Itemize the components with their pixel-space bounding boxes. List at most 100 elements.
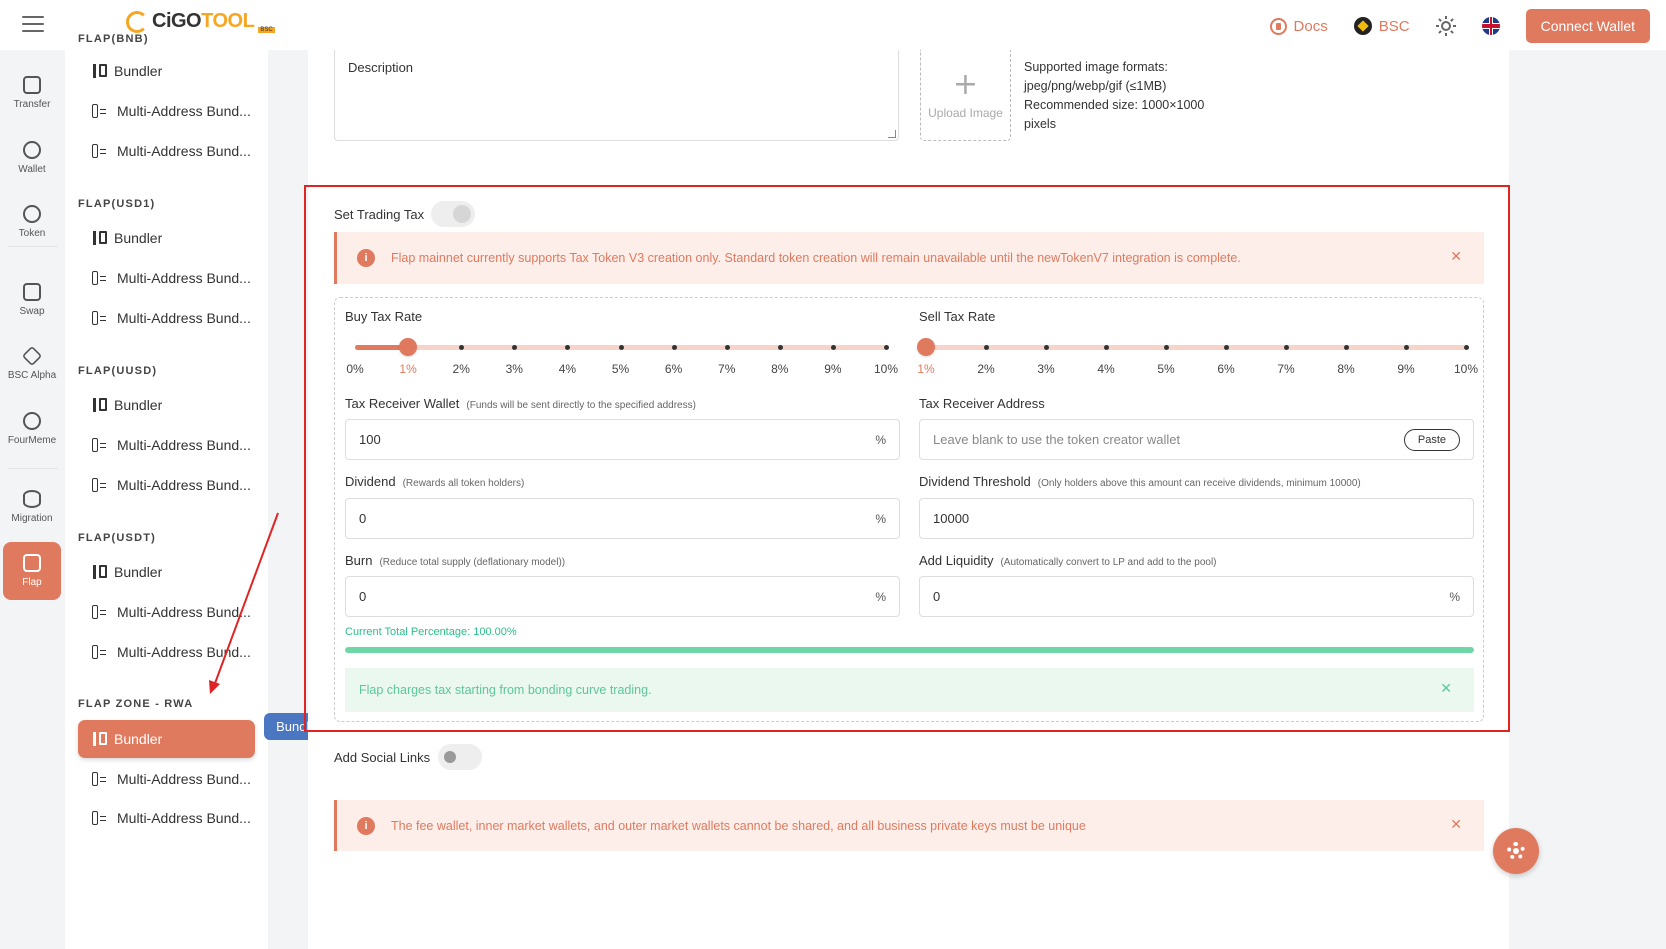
close-icon[interactable]: ✕: [1440, 681, 1452, 697]
transfer-icon: [23, 76, 41, 94]
wallet-icon: [23, 141, 41, 159]
sidebar-item-label: Multi-Address Bund...: [117, 604, 251, 620]
rail-item-label: Migration: [11, 513, 53, 524]
rail-item-transfer[interactable]: Transfer: [3, 64, 61, 122]
upload-info: Supported image formats: jpeg/png/webp/g…: [1024, 58, 1214, 134]
sidebar-item-label: Multi-Address Bund...: [117, 644, 251, 660]
bundler-icon: [92, 64, 107, 78]
paste-button[interactable]: Paste: [1403, 428, 1460, 451]
tax-receiver-address-input[interactable]: Leave blank to use the token creator wal…: [919, 419, 1474, 460]
description-placeholder: Description: [348, 60, 414, 75]
slider-tick: [1044, 345, 1049, 350]
upload-image-button[interactable]: + Upload Image: [920, 50, 1011, 141]
slider-mark-label: 7%: [718, 362, 736, 376]
fee-alert-text: The fee wallet, inner market wallets, an…: [391, 818, 1086, 833]
slider-mark-label: 9%: [824, 362, 842, 376]
rail-item-flap[interactable]: Flap: [3, 542, 61, 600]
close-icon[interactable]: ✕: [1450, 249, 1462, 265]
app-logo[interactable]: CiGOTOOL BSC: [126, 10, 275, 33]
description-textarea[interactable]: Description: [334, 50, 899, 141]
sidebar-item-label: Multi-Address Bund...: [117, 270, 251, 286]
slider-tick: [884, 345, 889, 350]
theme-toggle-sun-icon[interactable]: [1435, 16, 1456, 36]
rail-item-swap[interactable]: Swap: [3, 271, 61, 329]
hamburger-menu-icon[interactable]: [22, 16, 44, 32]
dividend-threshold-label: Dividend Threshold (Only holders above th…: [919, 474, 1361, 489]
sell-tax-slider[interactable]: 1% 2% 3% 4% 5% 6% 7% 8% 9% 10%: [917, 338, 1478, 376]
settings-fab-button[interactable]: [1493, 828, 1539, 874]
slider-mark-label: 9%: [1397, 362, 1415, 376]
burn-input[interactable]: 0%: [345, 576, 900, 617]
network-selector[interactable]: BSC: [1353, 17, 1410, 35]
bundler-icon: [92, 398, 107, 412]
sidebar-group-heading: FLAP(USDT): [78, 532, 156, 544]
set-trading-tax-label: Set Trading Tax: [334, 206, 425, 222]
add-social-links-toggle[interactable]: [438, 744, 483, 770]
slider-mark-label: 10%: [1453, 362, 1479, 376]
rail-item-token[interactable]: Token: [3, 193, 61, 251]
sidebar-item-label: Bundler: [114, 230, 163, 246]
top-header: CiGOTOOL BSC Docs BSC Connect Wallet: [0, 0, 1666, 50]
sidebar-item-multi-address-bundler[interactable]: Multi-Address Bund...: [78, 259, 255, 297]
set-trading-tax-toggle[interactable]: [431, 201, 476, 227]
rail-item-label: Flap: [22, 577, 42, 588]
sidebar-item-multi-address-bundler[interactable]: Multi-Address Bund...: [78, 799, 255, 837]
sidebar-item-label: Bundler: [114, 63, 163, 79]
upload-info-line: jpeg/png/webp/gif (≤1MB): [1024, 79, 1167, 93]
upload-image-label: Upload Image: [928, 106, 1003, 120]
connect-wallet-button[interactable]: Connect Wallet: [1525, 9, 1650, 43]
slider-tick: [1104, 345, 1109, 350]
rail-item-wallet[interactable]: Wallet: [3, 129, 61, 187]
gear-icon: [1507, 842, 1525, 860]
slider-tick: [1284, 345, 1289, 350]
dividend-input[interactable]: 0%: [345, 498, 900, 539]
slider-tick: [777, 345, 783, 350]
slider-handle[interactable]: [399, 338, 418, 356]
sidebar-item-bundler[interactable]: Bundler: [78, 553, 255, 591]
swap-icon: [23, 283, 41, 301]
docs-link[interactable]: Docs: [1269, 17, 1328, 35]
header-actions: Docs BSC Connect Wallet: [1269, 9, 1650, 43]
tax-receiver-wallet-input[interactable]: 100%: [345, 419, 900, 460]
multi-address-icon: [92, 144, 107, 158]
add-liquidity-label: Add Liquidity (Automatically convert to L…: [919, 553, 1217, 568]
bundler-icon: [92, 565, 107, 579]
total-percentage-bar: [345, 647, 1474, 653]
rail-divider: [8, 246, 58, 247]
resize-grip-icon[interactable]: [888, 130, 896, 138]
close-icon[interactable]: ✕: [1450, 817, 1462, 833]
sidebar-item-multi-address-bundler[interactable]: Multi-Address Bund...: [78, 633, 255, 671]
sidebar-item-bundler[interactable]: Bundler: [78, 52, 255, 90]
add-social-links-label: Add Social Links: [334, 749, 431, 765]
bsc-network-icon: [1353, 17, 1372, 35]
sidebar-item-bundler[interactable]: Bundler: [78, 219, 255, 257]
add-liquidity-input[interactable]: 0%: [919, 576, 1474, 617]
multi-address-icon: [92, 811, 107, 825]
sidebar-item-multi-address-bundler[interactable]: Multi-Address Bund...: [78, 426, 255, 464]
sidebar-item-multi-address-bundler[interactable]: Multi-Address Bund...: [78, 593, 255, 631]
language-uk-flag-icon[interactable]: [1481, 17, 1500, 35]
multi-address-icon: [92, 271, 107, 285]
slider-tick: [830, 345, 836, 350]
sidebar-item-bundler[interactable]: Bundler: [78, 386, 255, 424]
rail-item-bsc-alpha[interactable]: BSC Alpha: [3, 335, 61, 393]
sidebar-item-multi-address-bundler[interactable]: Multi-Address Bund...: [78, 299, 255, 337]
fee-alert-banner: i The fee wallet, inner market wallets, …: [334, 800, 1484, 851]
rail-item-fourmeme[interactable]: FourMeme: [3, 400, 61, 458]
docs-label: Docs: [1293, 17, 1328, 35]
sidebar-item-multi-address-bundler[interactable]: Multi-Address Bund...: [78, 92, 255, 130]
slider-tick: [671, 345, 677, 350]
sidebar-item-bundler[interactable]: Bundler: [78, 720, 255, 758]
network-label: BSC: [1378, 17, 1410, 35]
burn-label: Burn (Reduce total supply (deflationary m…: [345, 553, 566, 568]
tax-receiver-wallet-label: Tax Receiver Wallet (Funds will be sent d…: [345, 396, 696, 411]
sidebar-item-multi-address-bundler[interactable]: Multi-Address Bund...: [78, 760, 255, 798]
dividend-threshold-input[interactable]: 10000: [919, 498, 1474, 539]
sidebar-item-multi-address-bundler[interactable]: Multi-Address Bund...: [78, 466, 255, 504]
slider-handle[interactable]: [917, 338, 935, 356]
rail-item-migration[interactable]: Migration: [3, 478, 61, 536]
buy-tax-slider[interactable]: 0% 1% 2% 3% 4% 5% 6% 7% 8% 9% 10%: [346, 338, 898, 376]
sidebar-item-label: Multi-Address Bund...: [117, 810, 251, 826]
sidebar-item-multi-address-bundler[interactable]: Multi-Address Bund...: [78, 132, 255, 170]
bundler-icon: [92, 231, 107, 245]
